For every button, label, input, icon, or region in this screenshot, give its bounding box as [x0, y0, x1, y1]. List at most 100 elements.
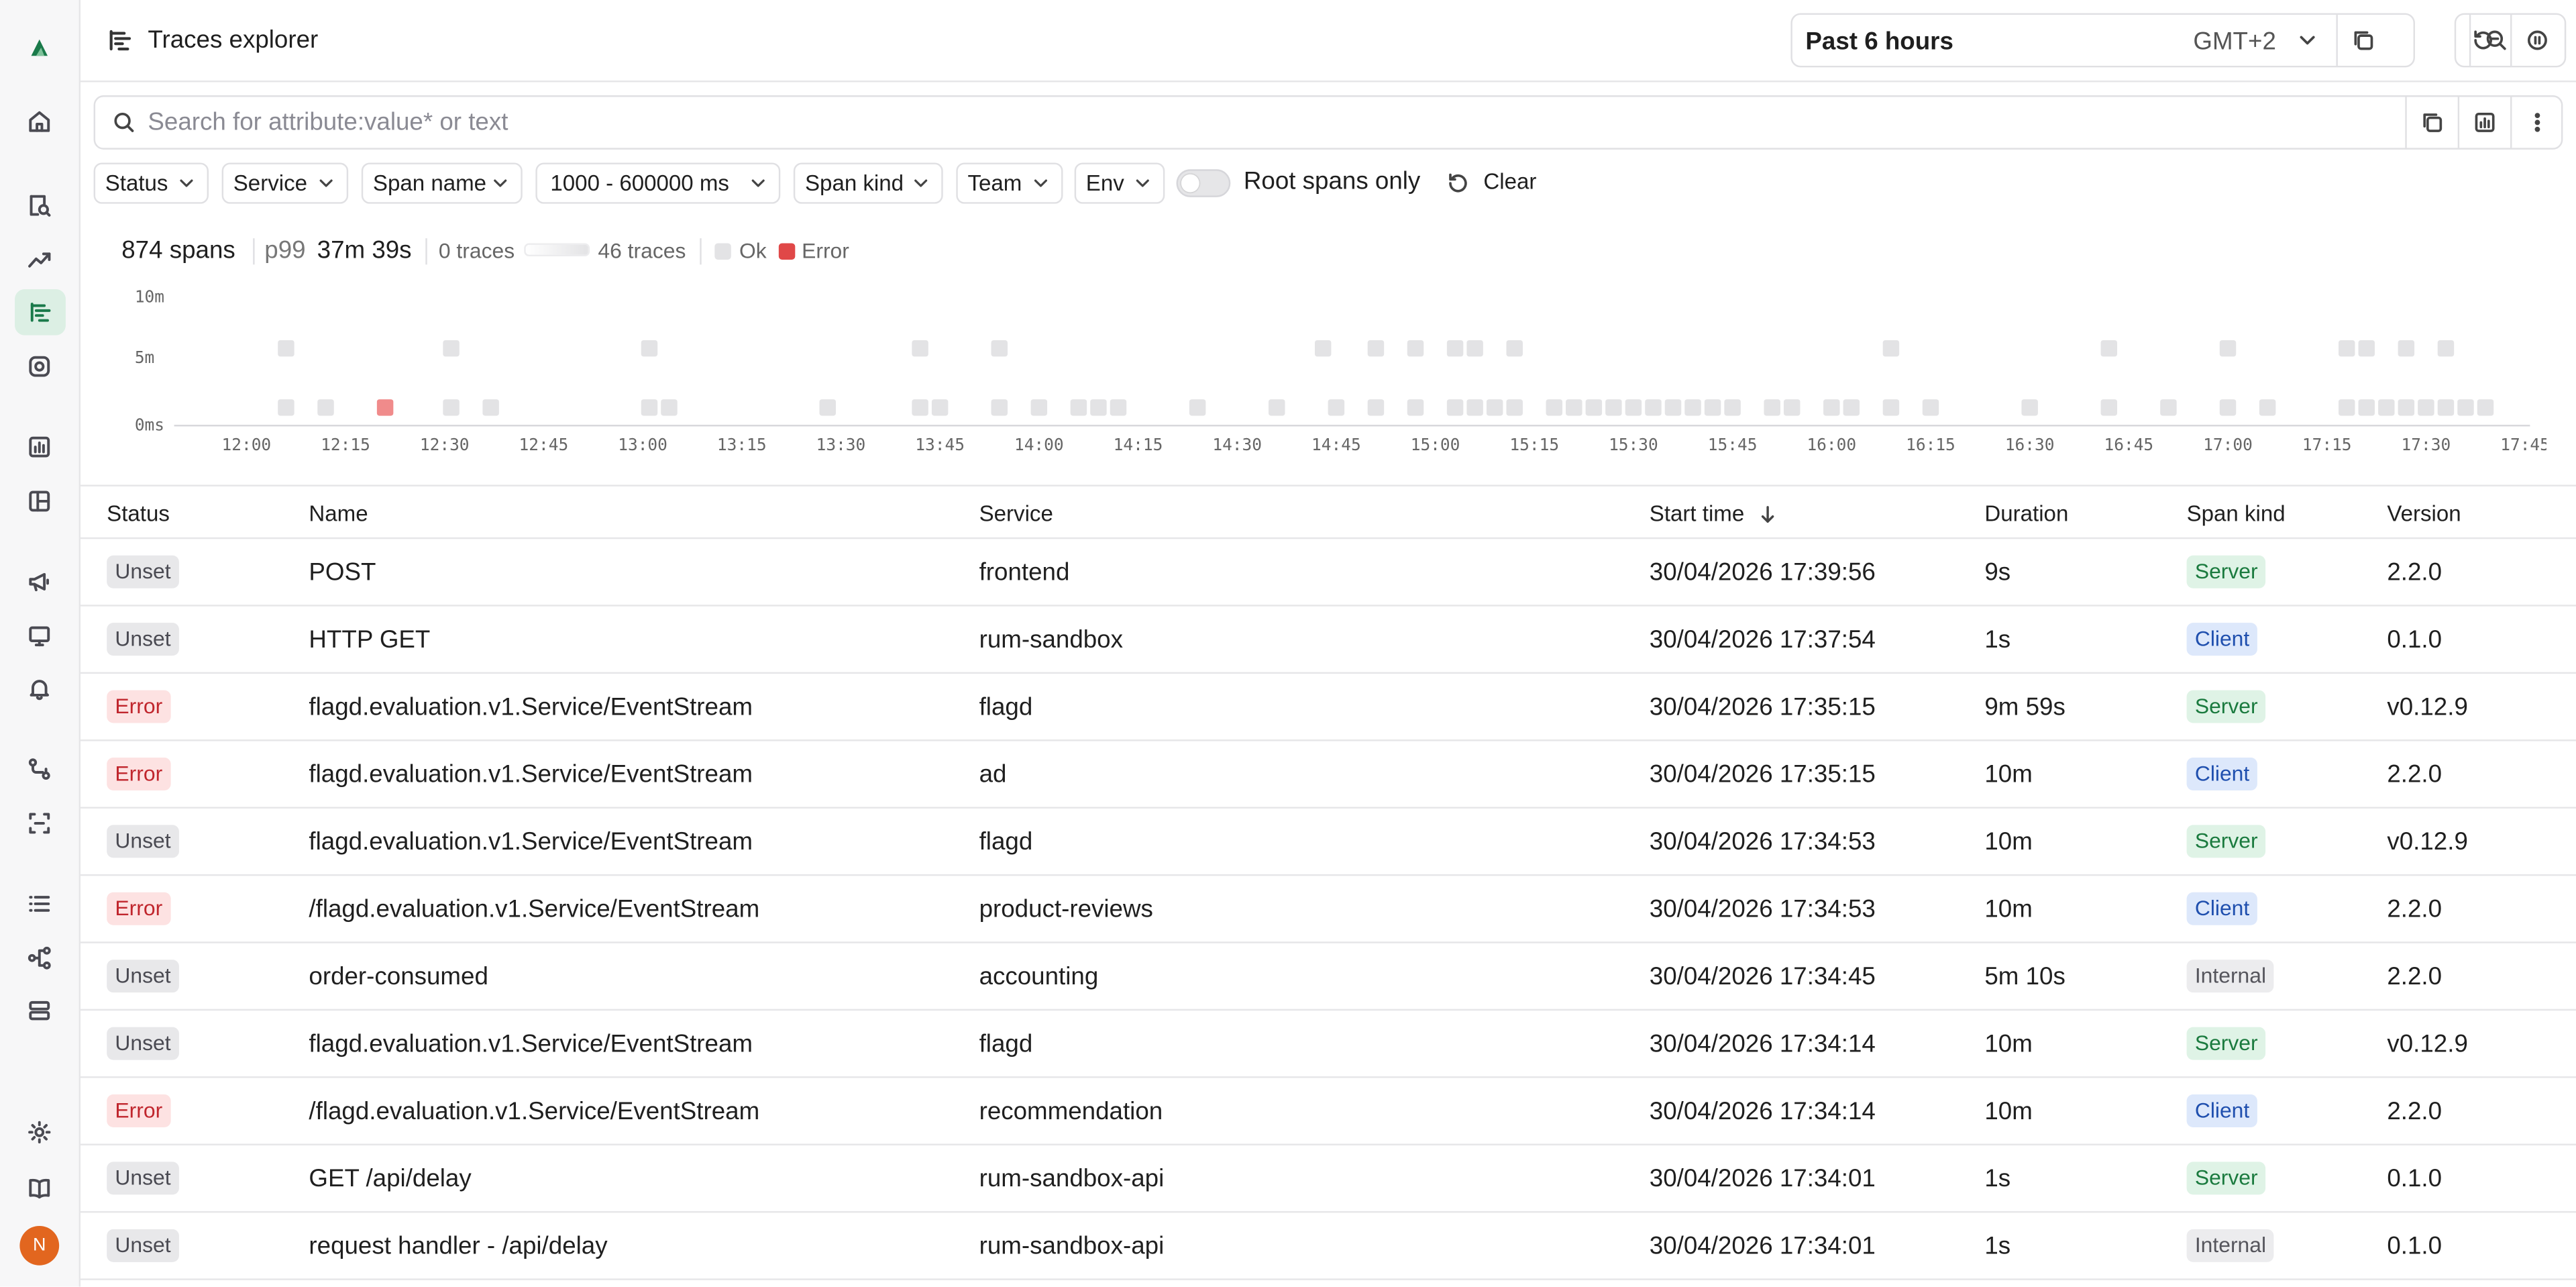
column-header-duration[interactable]: Duration: [1984, 501, 2068, 526]
heatmap-cell[interactable]: [2219, 399, 2237, 416]
heatmap-cell[interactable]: [661, 399, 678, 416]
heatmap-cell[interactable]: [278, 399, 294, 416]
heatmap-cell[interactable]: [1090, 399, 1107, 416]
docs-book-icon[interactable]: [21, 1170, 58, 1206]
heatmap-cell[interactable]: [1882, 340, 1900, 357]
heatmap-cell[interactable]: [443, 399, 460, 416]
logs-search-icon[interactable]: [21, 187, 58, 223]
heatmap-cell[interactable]: [1823, 399, 1840, 416]
layout-panels-icon[interactable]: [21, 483, 58, 519]
heatmap-cell[interactable]: [2398, 340, 2415, 357]
metrics-trend-icon[interactable]: [21, 242, 58, 278]
heatmap-cell[interactable]: [1446, 399, 1464, 416]
table-row[interactable]: Error/flagd.evaluation.v1.Service/EventS…: [80, 876, 2576, 943]
filter-env[interactable]: Env: [1074, 162, 1165, 204]
heatmap-cell[interactable]: [278, 340, 294, 357]
heatmap-cell[interactable]: [2358, 399, 2375, 416]
heatmap-cell[interactable]: [1585, 399, 1603, 416]
reset-icon[interactable]: [1446, 171, 1470, 196]
heatmap-cell[interactable]: [1645, 399, 1662, 416]
heatmap-cell[interactable]: [2418, 399, 2434, 416]
table-row[interactable]: Unset request handler - /api/delay rum-san…: [80, 1213, 2576, 1280]
create-chart-button[interactable]: [2457, 97, 2510, 148]
more-options-button[interactable]: [2510, 97, 2563, 148]
heatmap-cell[interactable]: [1466, 340, 1483, 357]
monitor-icon[interactable]: [21, 618, 58, 654]
table-row[interactable]: Unset flagd.evaluation.v1.Service/EventSt…: [80, 1011, 2576, 1078]
heatmap-cell[interactable]: [1189, 399, 1206, 416]
heatmap-cell[interactable]: [1314, 340, 1332, 357]
heatmap-cell[interactable]: [1407, 399, 1424, 416]
heatmap-cell[interactable]: [2100, 340, 2118, 357]
heatmap-cell[interactable]: [1882, 399, 1900, 416]
heatmap-cell[interactable]: [1446, 340, 1464, 357]
service-map-icon[interactable]: [21, 940, 58, 976]
heatmap-cell[interactable]: [2398, 399, 2415, 416]
sort-descending-icon[interactable]: [1756, 503, 1779, 525]
heatmap-cell[interactable]: [1704, 399, 1721, 416]
heatmap-cell[interactable]: [2378, 399, 2395, 416]
heatmap-cell[interactable]: [1566, 399, 1582, 416]
heatmap-cell[interactable]: [2160, 399, 2177, 416]
heatmap-cell[interactable]: [1843, 399, 1860, 416]
heatmap-cell[interactable]: [1367, 340, 1385, 357]
heatmap-cell[interactable]: [641, 399, 658, 416]
table-row[interactable]: Unset POST frontend 30/04/2026 17:39:56 9s Se…: [80, 539, 2576, 607]
heatmap-cell[interactable]: [2339, 399, 2355, 416]
filter-span-kind[interactable]: Span kind: [793, 162, 943, 204]
heatmap-cell[interactable]: [317, 399, 334, 416]
traces-icon[interactable]: [15, 289, 66, 336]
copy-time-button[interactable]: [2336, 15, 2388, 66]
column-header-status[interactable]: Status: [107, 501, 170, 526]
heatmap-cell[interactable]: [2358, 340, 2375, 357]
heatmap-cell[interactable]: [912, 399, 928, 416]
table-row[interactable]: Unset HTTP GET rum-sandbox 30/04/2026 17:37…: [80, 607, 2576, 674]
user-avatar[interactable]: N: [19, 1225, 60, 1266]
storage-icon[interactable]: [21, 992, 58, 1029]
root-spans-toggle[interactable]: [1176, 169, 1231, 197]
heatmap-cell[interactable]: [1070, 399, 1087, 416]
heatmap-cell[interactable]: [1506, 340, 1523, 357]
heatmap-cell[interactable]: [1407, 340, 1424, 357]
heatmap-cell[interactable]: [912, 340, 928, 357]
heatmap-cell[interactable]: [1269, 399, 1285, 416]
heatmap-cell[interactable]: [1328, 399, 1345, 416]
clear-filters-button[interactable]: Clear: [1483, 169, 1536, 194]
heatmap-cell[interactable]: [1764, 399, 1780, 416]
heatmap-cell[interactable]: [2021, 399, 2038, 416]
announcement-icon[interactable]: [21, 564, 58, 600]
table-row[interactable]: Error/flagd.evaluation.v1.Service/EventS…: [80, 1078, 2576, 1145]
copy-query-button[interactable]: [2405, 97, 2457, 148]
table-row[interactable]: Error flagd.evaluation.v1.Service/EventSt…: [80, 674, 2576, 741]
heatmap-cell[interactable]: [2219, 340, 2237, 357]
heatmap-cell[interactable]: [1030, 399, 1048, 416]
heatmap-cell[interactable]: [991, 340, 1008, 357]
search-input[interactable]: [148, 98, 2399, 146]
heatmap-cell[interactable]: [1684, 399, 1701, 416]
heatmap-cell[interactable]: [443, 340, 460, 357]
list-icon[interactable]: [21, 886, 58, 922]
filter-service[interactable]: Service: [221, 162, 349, 204]
heatmap-cell[interactable]: [1466, 399, 1483, 416]
heatmap-cell[interactable]: [1110, 399, 1127, 416]
heatmap-cell[interactable]: [819, 399, 837, 416]
heatmap-cell[interactable]: [1664, 399, 1682, 416]
duration-heatmap-chart[interactable]: 10m 5m 0ms 12:00 12:15 12:30 12:45 13:00 13:15 13…: [99, 279, 2546, 468]
logo-icon[interactable]: [21, 30, 58, 66]
heatmap-cell[interactable]: [1546, 399, 1563, 416]
table-row[interactable]: Unset order-consumed accounting 30/04/2026 …: [80, 943, 2576, 1011]
column-header-service[interactable]: Service: [979, 501, 1053, 526]
home-icon[interactable]: [21, 103, 58, 140]
heatmap-cell[interactable]: [1367, 399, 1385, 416]
settings-cog-icon[interactable]: [21, 348, 58, 384]
heatmap-cell[interactable]: [931, 399, 949, 416]
alerts-bell-icon[interactable]: [21, 670, 58, 707]
pause-button[interactable]: [2510, 15, 2563, 66]
table-row[interactable]: Unset flagd.evaluation.v1.Service/EventSt…: [80, 809, 2576, 876]
heatmap-cell[interactable]: [376, 399, 394, 416]
filter-status[interactable]: Status: [93, 162, 209, 204]
heatmap-cell[interactable]: [2457, 399, 2474, 416]
filter-team[interactable]: Team: [956, 162, 1063, 204]
heatmap-cell[interactable]: [641, 340, 658, 357]
heatmap-cell[interactable]: [1605, 399, 1622, 416]
